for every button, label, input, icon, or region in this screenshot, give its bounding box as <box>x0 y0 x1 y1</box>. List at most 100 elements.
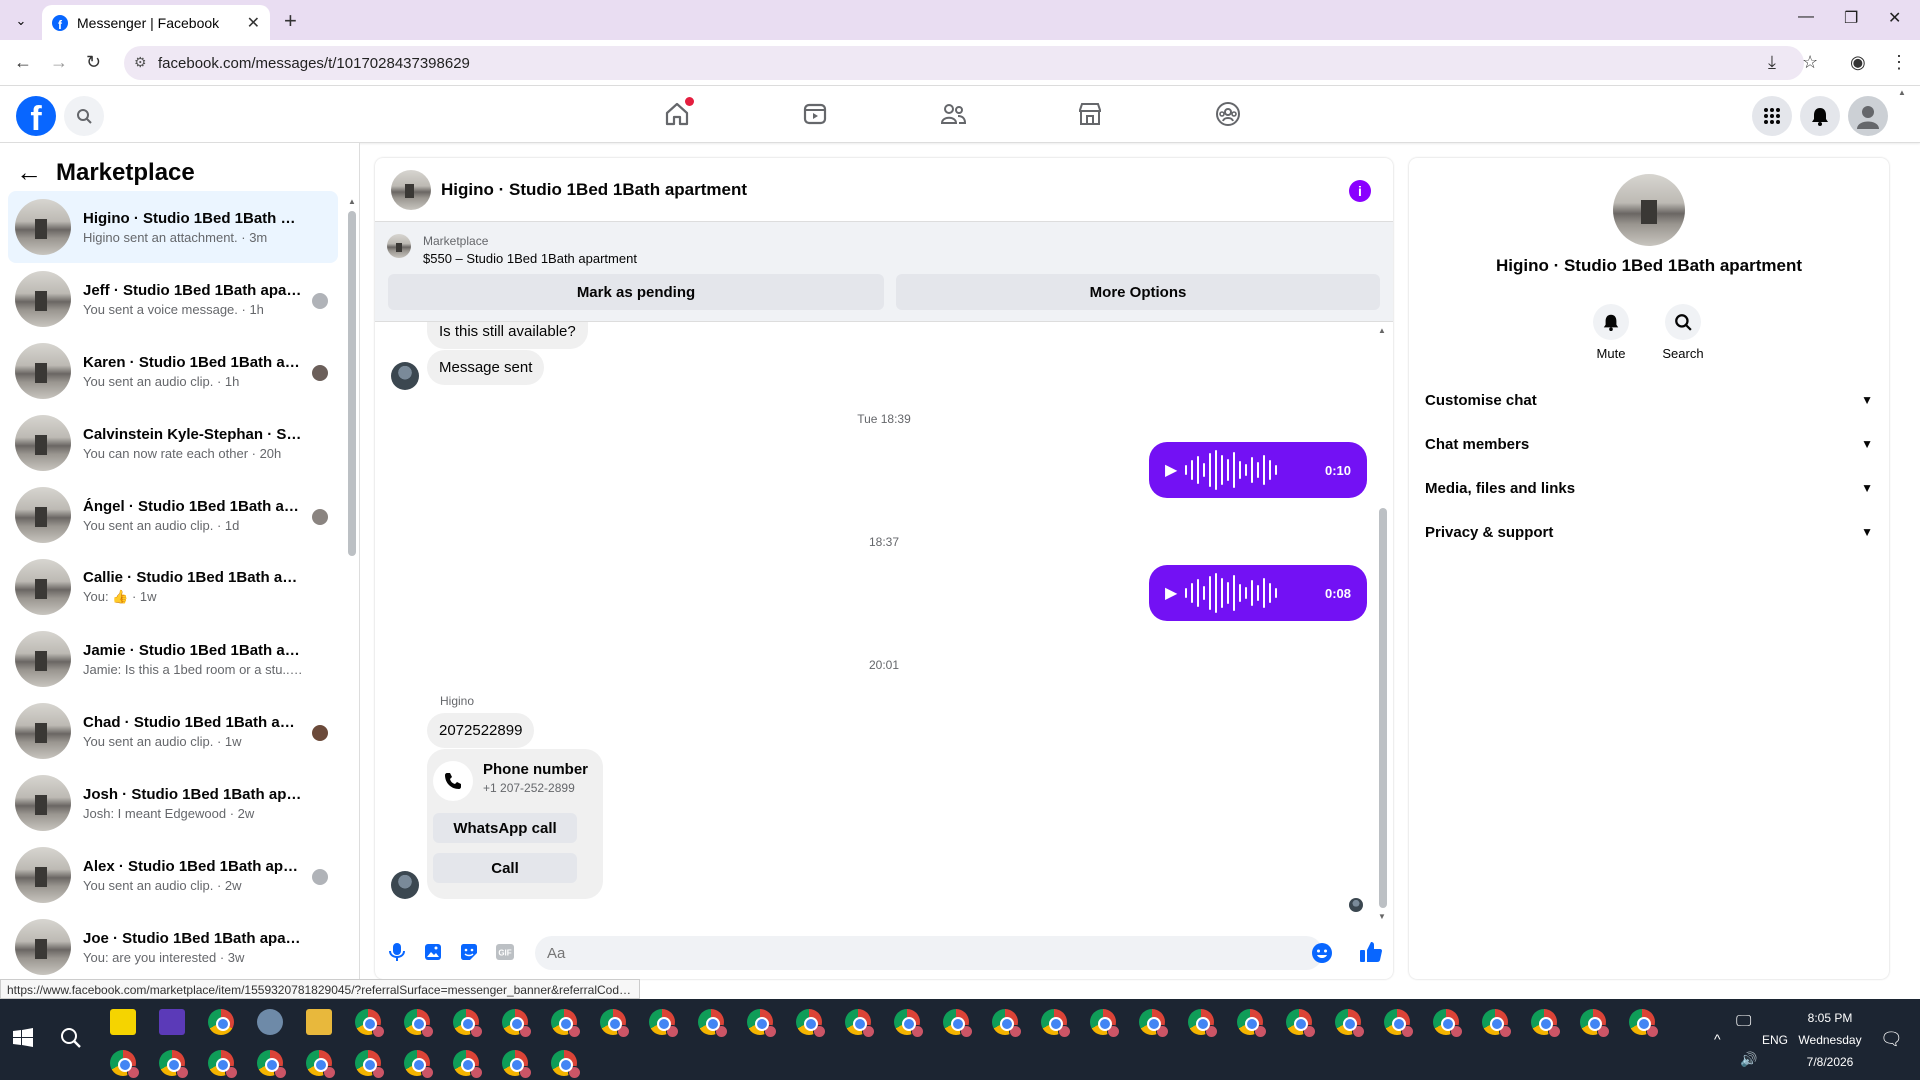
info-icon[interactable]: i <box>1349 180 1371 202</box>
conversation-item[interactable]: Jeff · Studio 1Bed 1Bath apart... You sen… <box>8 263 338 335</box>
listing-thumbnail[interactable] <box>387 234 411 258</box>
sidebar-scrollbar[interactable] <box>348 211 356 556</box>
media-files-links-section[interactable]: Media, files and links ▼ <box>1425 466 1873 510</box>
conversation-item[interactable]: Callie · Studio 1Bed 1Bath apart... You: … <box>8 551 338 623</box>
conversation-item[interactable]: Alex · Studio 1Bed 1Bath apart... You sen… <box>8 839 338 911</box>
app-icon[interactable] <box>159 1009 185 1035</box>
search-button[interactable]: Search <box>1643 304 1723 361</box>
chrome-profile-icon[interactable] <box>257 1050 287 1079</box>
reload-icon[interactable]: ↻ <box>86 52 101 73</box>
chrome-profile-icon[interactable] <box>600 1009 630 1038</box>
menu-grid-icon[interactable] <box>1752 96 1792 136</box>
privacy-support-section[interactable]: Privacy & support ▼ <box>1425 510 1873 554</box>
chrome-profile-icon[interactable] <box>796 1009 826 1038</box>
account-avatar[interactable] <box>1848 96 1888 136</box>
customise-chat-section[interactable]: Customise chat ▼ <box>1425 378 1873 422</box>
chrome-profile-icon[interactable] <box>1139 1009 1169 1038</box>
groups-icon[interactable] <box>1213 99 1243 129</box>
volume-icon[interactable]: 🔊 <box>1740 1051 1757 1068</box>
scroll-up-arrow[interactable]: ▲ <box>1378 326 1386 335</box>
scroll-up-arrow[interactable]: ▲ <box>348 197 356 206</box>
emoji-icon[interactable] <box>1311 942 1333 969</box>
conversation-item[interactable]: Calvinstein Kyle-Stephan · Studi... You c… <box>8 407 338 479</box>
close-tab-icon[interactable]: ✕ <box>247 13 260 33</box>
sticky-notes-icon[interactable] <box>110 1009 136 1035</box>
friends-icon[interactable] <box>938 99 968 129</box>
chat-avatar[interactable] <box>391 169 431 210</box>
language-indicator[interactable]: ENG <box>1762 1033 1788 1047</box>
scroll-down-arrow[interactable]: ▼ <box>1378 912 1386 921</box>
conversation-item[interactable]: Chad · Studio 1Bed 1Bath apar... You sent… <box>8 695 338 767</box>
menu-kebab-icon[interactable]: ⋮ <box>1890 52 1908 73</box>
browser-tab[interactable]: f Messenger | Facebook ✕ <box>42 5 270 40</box>
forward-icon[interactable]: → <box>50 52 68 73</box>
back-arrow-icon[interactable]: ← <box>16 157 42 188</box>
profile-icon[interactable]: ◉ <box>1850 52 1866 73</box>
minimize-icon[interactable]: — <box>1798 8 1814 26</box>
chrome-profile-icon[interactable] <box>551 1050 581 1079</box>
chrome-profile-icon[interactable] <box>551 1009 581 1038</box>
chrome-profile-icon[interactable] <box>894 1009 924 1038</box>
chrome-profile-icon[interactable] <box>992 1009 1022 1038</box>
tray-chevron-up-icon[interactable]: ^ <box>1714 1031 1721 1047</box>
chrome-profile-icon[interactable] <box>355 1009 385 1038</box>
photo-icon[interactable] <box>423 942 443 962</box>
taskbar-search-icon[interactable] <box>60 1027 82 1054</box>
close-window-icon[interactable]: ✕ <box>1888 8 1901 28</box>
marketplace-icon[interactable] <box>1075 99 1105 129</box>
restore-icon[interactable]: ❐ <box>1844 8 1858 28</box>
notifications-bell-icon[interactable] <box>1800 96 1840 136</box>
chrome-profile-icon[interactable] <box>1580 1009 1610 1038</box>
chat-title[interactable]: Higino · Studio 1Bed 1Bath apartment <box>441 180 747 200</box>
call-button[interactable]: Call <box>433 853 577 883</box>
voice-message[interactable]: ▶ 0:08 <box>1149 565 1367 621</box>
whatsapp-call-button[interactable]: WhatsApp call <box>433 813 577 843</box>
chrome-profile-icon[interactable] <box>502 1050 532 1079</box>
conversation-item[interactable]: Jamie · Studio 1Bed 1Bath apart... Jamie:… <box>8 623 338 695</box>
chrome-profile-icon[interactable] <box>453 1050 483 1079</box>
new-tab-icon[interactable]: + <box>284 8 297 34</box>
thumbs-up-icon[interactable] <box>1359 940 1383 969</box>
chrome-profile-icon[interactable] <box>1482 1009 1512 1038</box>
install-app-icon[interactable]: ⤓ <box>1768 52 1776 73</box>
mute-button[interactable]: Mute <box>1571 304 1651 361</box>
video-icon[interactable] <box>800 99 830 129</box>
facebook-logo-icon[interactable]: f <box>16 96 56 136</box>
network-icon[interactable]: 🖵 <box>1736 1013 1751 1031</box>
clock-day[interactable]: Wednesday <box>1794 1033 1866 1047</box>
gif-icon[interactable]: GIF <box>495 942 515 962</box>
chat-members-section[interactable]: Chat members ▼ <box>1425 422 1873 466</box>
chrome-profile-icon[interactable] <box>1531 1009 1561 1038</box>
chrome-profile-icon[interactable] <box>502 1009 532 1038</box>
chrome-profile-icon[interactable] <box>1629 1009 1659 1038</box>
play-icon[interactable]: ▶ <box>1165 460 1177 480</box>
chrome-profile-icon[interactable] <box>943 1009 973 1038</box>
chrome-profile-icon[interactable] <box>159 1050 189 1079</box>
conversation-item[interactable]: Ángel · Studio 1Bed 1Bath apa... You sent… <box>8 479 338 551</box>
search-icon[interactable] <box>64 96 104 136</box>
chrome-profile-icon[interactable] <box>404 1050 434 1079</box>
chrome-profile-icon[interactable] <box>649 1009 679 1038</box>
chrome-profile-icon[interactable] <box>1384 1009 1414 1038</box>
chrome-profile-icon[interactable] <box>1286 1009 1316 1038</box>
conversation-item[interactable]: Karen · Studio 1Bed 1Bath apa... You sent… <box>8 335 338 407</box>
file-explorer-icon[interactable] <box>306 1009 332 1035</box>
chrome-profile-icon[interactable] <box>1237 1009 1267 1038</box>
chat-details-avatar[interactable] <box>1613 174 1685 246</box>
chrome-profile-icon[interactable] <box>845 1009 875 1038</box>
chrome-profile-icon[interactable] <box>208 1050 238 1079</box>
clock-date[interactable]: 7/8/2026 <box>1798 1055 1862 1069</box>
sticker-icon[interactable] <box>459 942 479 962</box>
thread-scrollbar[interactable] <box>1379 508 1387 908</box>
chrome-profile-icon[interactable] <box>747 1009 777 1038</box>
chrome-profile-icon[interactable] <box>453 1009 483 1038</box>
address-bar[interactable]: ⚙ facebook.com/messages/t/10170284373986… <box>124 46 1804 80</box>
conversation-item[interactable]: Josh · Studio 1Bed 1Bath apartm... Josh: … <box>8 767 338 839</box>
conversation-item[interactable]: Higino · Studio 1Bed 1Bath apart... Higin… <box>8 191 338 263</box>
chrome-profile-icon[interactable] <box>110 1050 140 1079</box>
chrome-profile-icon[interactable] <box>1041 1009 1071 1038</box>
play-icon[interactable]: ▶ <box>1165 583 1177 603</box>
conversation-item[interactable]: Joe · Studio 1Bed 1Bath apartment You: ar… <box>8 911 338 979</box>
bookmark-star-icon[interactable]: ☆ <box>1802 52 1818 73</box>
home-icon[interactable] <box>662 97 694 129</box>
